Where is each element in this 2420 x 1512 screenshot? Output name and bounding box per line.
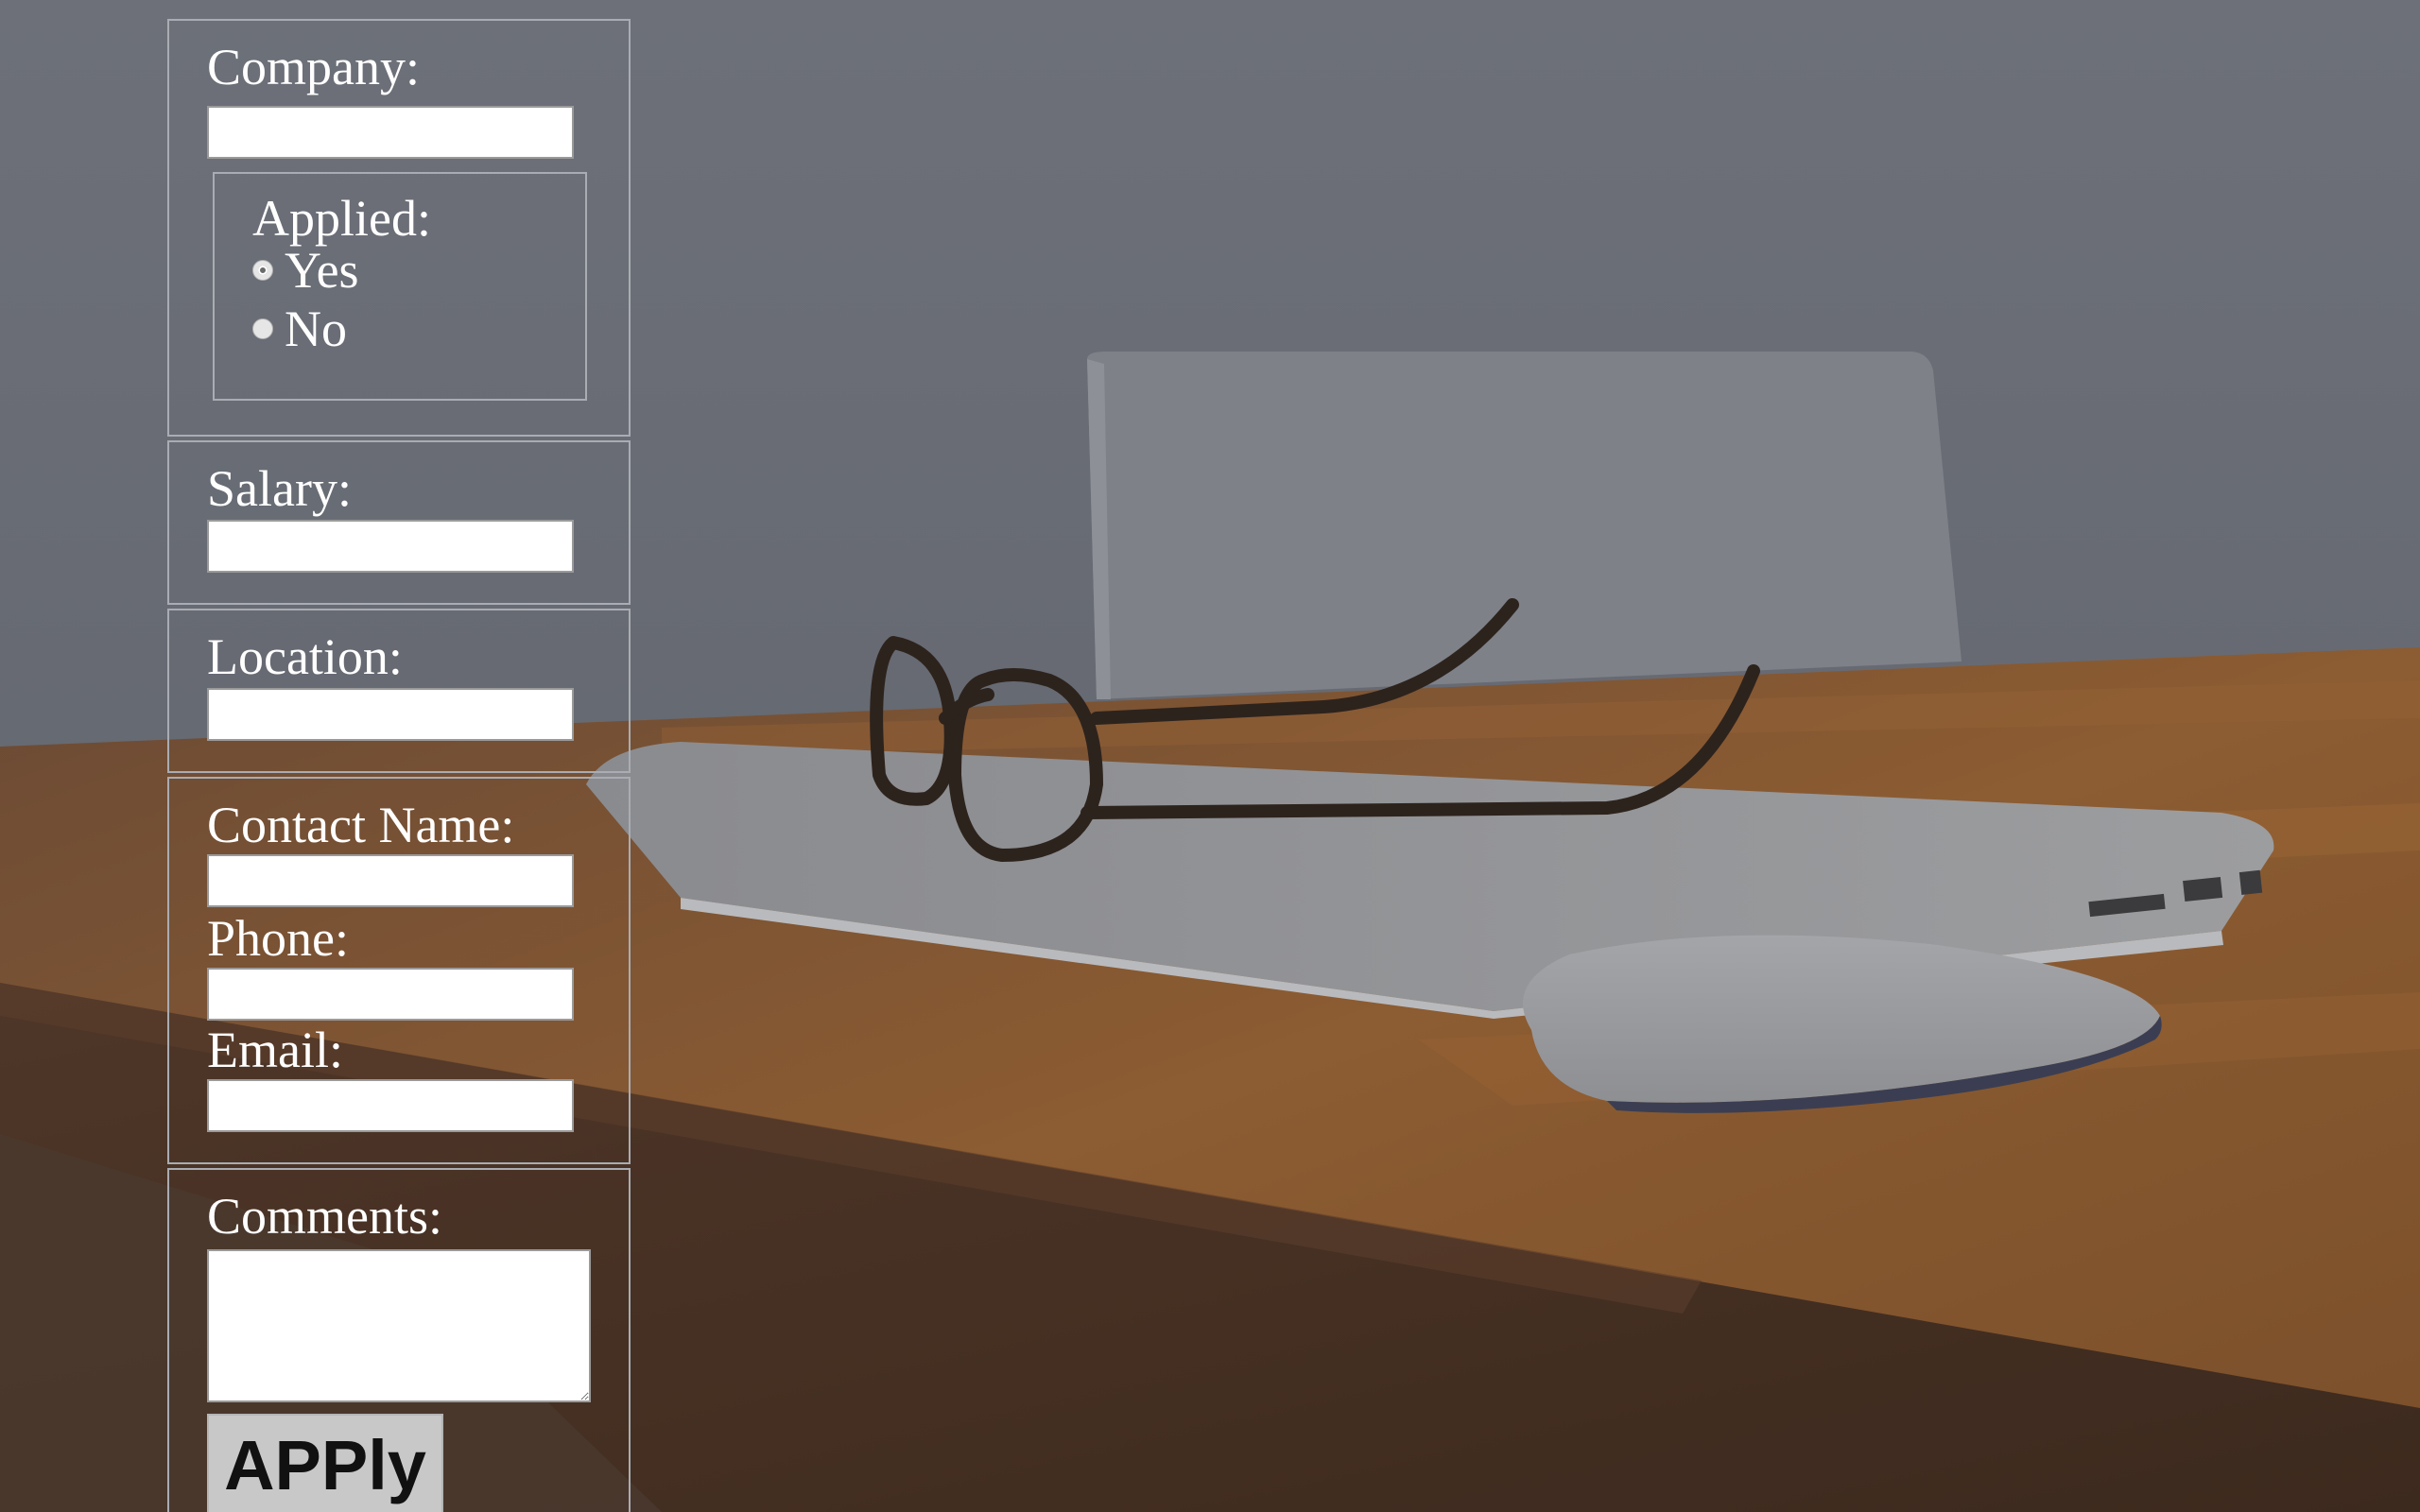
location-label: Location:: [207, 628, 403, 685]
salary-label: Salary:: [207, 460, 352, 517]
contact-fieldset: Contact Name: Phone: Email:: [167, 777, 631, 1164]
applied-no-label: No: [285, 301, 347, 357]
applied-yes-label: Yes: [285, 242, 359, 299]
email-input[interactable]: [207, 1079, 574, 1132]
phone-label: Phone:: [207, 910, 350, 967]
company-input[interactable]: [207, 106, 574, 159]
company-fieldset: Company: Applied: Yes No: [167, 19, 631, 437]
applied-fieldset: Applied: Yes No: [213, 172, 587, 401]
applied-yes-option[interactable]: Yes: [252, 244, 359, 297]
applied-no-radio[interactable]: [252, 318, 273, 339]
company-label: Company:: [207, 39, 420, 95]
salary-input[interactable]: [207, 520, 574, 573]
apply-button[interactable]: APPly: [207, 1414, 443, 1512]
comments-label: Comments:: [207, 1188, 443, 1245]
location-input[interactable]: [207, 688, 574, 741]
applied-label: Applied:: [252, 190, 431, 247]
contact-name-label: Contact Name:: [207, 797, 515, 853]
salary-fieldset: Salary:: [167, 440, 631, 605]
applied-no-option[interactable]: No: [252, 302, 347, 355]
applied-yes-radio[interactable]: [252, 260, 273, 281]
application-form: Company: Applied: Yes No Salary: Locatio…: [167, 19, 631, 1512]
contact-name-input[interactable]: [207, 854, 574, 907]
phone-input[interactable]: [207, 968, 574, 1021]
email-label: Email:: [207, 1022, 343, 1078]
comments-fieldset: Comments: APPly: [167, 1168, 631, 1512]
location-fieldset: Location:: [167, 609, 631, 773]
comments-textarea[interactable]: [207, 1249, 591, 1402]
